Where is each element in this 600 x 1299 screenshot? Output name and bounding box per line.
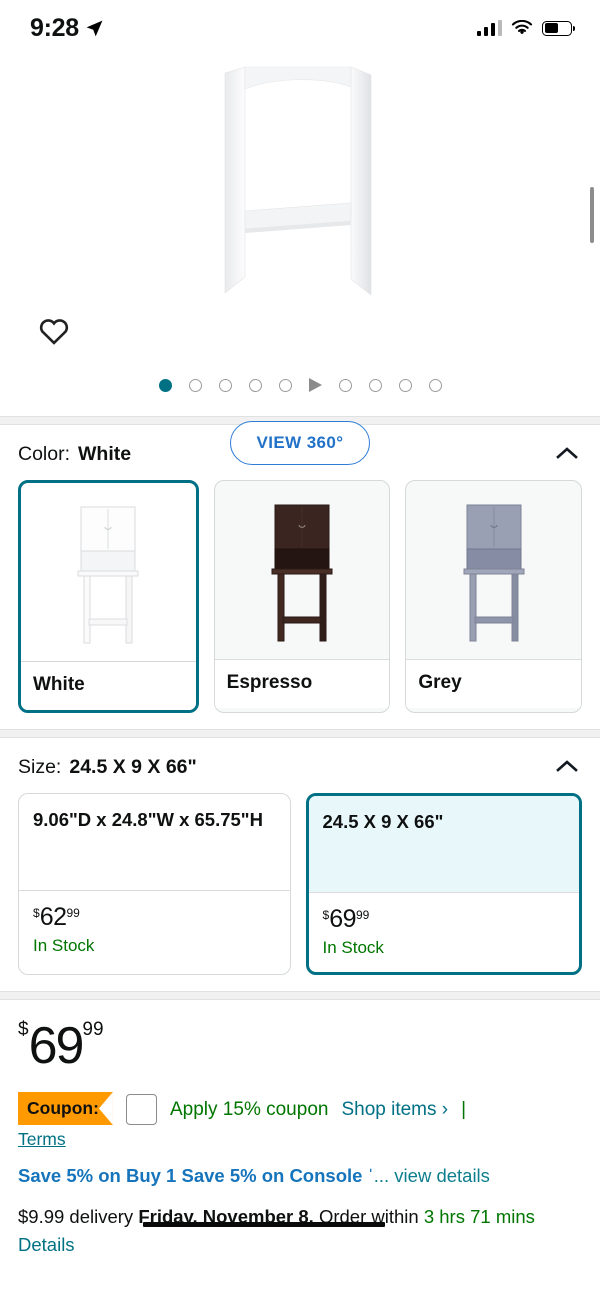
color-option-espresso[interactable]: Espresso: [213, 480, 391, 713]
cabinet-graphic-espresso: [271, 504, 333, 642]
size-option-2[interactable]: 24.5 X 9 X 66" $6999 In Stock: [305, 793, 582, 975]
size-options[interactable]: 9.06"D x 24.8"W x 65.75"H $6299 In Stock…: [18, 793, 582, 975]
product-image[interactable]: [0, 60, 600, 310]
size-label: Size:: [18, 756, 62, 778]
status-indicators: [476, 20, 575, 36]
size-section: Size: 24.5 X 9 X 66" 9.06"D x 24.8"W x 65…: [0, 738, 600, 991]
heart-outline-icon: [39, 318, 69, 345]
color-option-grey[interactable]: Grey: [405, 480, 583, 713]
product-gallery[interactable]: VIEW 360°: [0, 56, 600, 465]
delivery-countdown: 3 hrs: [423, 1205, 465, 1227]
cabinet-graphic-grey: [463, 504, 525, 642]
currency-symbol: $: [33, 906, 40, 920]
size-option-2-details: $6999 In Stock: [308, 892, 579, 972]
coupon-apply-label[interactable]: Apply 15% coupon: [170, 1099, 328, 1121]
gallery-dot-3[interactable]: [218, 378, 232, 392]
status-time: 9:28: [30, 13, 79, 42]
section-divider-3: [0, 991, 600, 1000]
size-section-title: Size: 24.5 X 9 X 66": [18, 756, 197, 779]
gallery-indicators[interactable]: [0, 378, 600, 392]
price-fraction: 99: [82, 1019, 104, 1040]
delivery-cost: $9.99 delivery: [18, 1205, 139, 1227]
delivery-row: $9.99 delivery Friday, November 8. Order…: [0, 1189, 600, 1259]
price-whole: 62: [39, 903, 67, 931]
size-option-1-title: 9.06"D x 24.8"W x 65.75"H: [33, 809, 263, 830]
gallery-play-video-icon[interactable]: [308, 378, 322, 392]
product-image-graphic: [224, 66, 372, 296]
coupon-separator: |: [461, 1098, 467, 1120]
promotion-headline[interactable]: Save 5% on Buy 1 Save 5% on Console ˈ: [18, 1165, 374, 1186]
wishlist-button[interactable]: [36, 312, 72, 348]
status-bar: 9:28: [0, 0, 600, 56]
section-divider-2: [0, 729, 600, 738]
size-option-2-price: $6999: [323, 905, 370, 934]
gallery-dot-5[interactable]: [278, 378, 292, 392]
color-swatch-image-white: [21, 483, 196, 661]
color-section: Color: White White Espresso Grey: [0, 425, 600, 729]
coupon-apply-group: Apply 15% coupon Shop items › |: [126, 1092, 466, 1125]
coupon-checkbox[interactable]: [126, 1094, 157, 1125]
shop-items-link[interactable]: Shop items ›: [341, 1099, 448, 1121]
size-option-1-stock: In Stock: [33, 936, 95, 955]
coupon-row: Coupon: Terms Apply 15% coupon Shop item…: [18, 1092, 582, 1150]
delivery-date-highlight-bar: [143, 1221, 385, 1227]
size-option-2-title: 24.5 X 9 X 66": [308, 796, 579, 892]
color-option-white[interactable]: White: [18, 480, 199, 713]
gallery-dot-9[interactable]: [398, 378, 412, 392]
gallery-dot-7[interactable]: [338, 378, 352, 392]
color-options[interactable]: White Espresso Grey: [18, 480, 583, 713]
promotion-view-details-link[interactable]: ... view details: [374, 1165, 490, 1186]
delivery-details-link[interactable]: Details: [18, 1234, 75, 1255]
location-arrow-icon: [86, 20, 103, 36]
view-360-button[interactable]: VIEW 360°: [229, 421, 371, 465]
size-option-1-price: $6299: [33, 903, 80, 932]
price-block: $6999 Coupon: Terms Apply 15% coupon Sho…: [0, 1000, 600, 1150]
gallery-dot-10[interactable]: [428, 378, 442, 392]
chevron-up-icon: [556, 760, 578, 772]
coupon-badge-column: Coupon: Terms: [18, 1092, 126, 1150]
price-whole: 69: [28, 1017, 85, 1075]
price-whole: 69: [329, 905, 356, 933]
gallery-dot-8[interactable]: [368, 378, 382, 392]
main-price: $6999: [18, 1020, 582, 1072]
wifi-icon: [511, 20, 533, 34]
status-time-group: 9:28: [30, 14, 104, 43]
price-fraction: 99: [356, 908, 370, 922]
size-option-2-stock: In Stock: [322, 938, 384, 957]
coupon-terms-link[interactable]: Terms: [18, 1129, 126, 1150]
size-option-1[interactable]: 9.06"D x 24.8"W x 65.75"H $6299 In Stock: [18, 793, 291, 975]
cabinet-graphic-white: [77, 506, 139, 644]
gallery-dot-4[interactable]: [248, 378, 262, 392]
cellular-signal-icon: [476, 20, 502, 36]
color-swatch-image-grey: [406, 481, 581, 659]
color-option-label-espresso: Espresso: [214, 659, 390, 708]
size-collapse-button[interactable]: [552, 756, 582, 776]
color-option-label-grey: Grey: [406, 659, 582, 708]
battery-icon: [542, 20, 575, 36]
size-selected-value: 24.5 X 9 X 66": [69, 756, 197, 778]
color-swatch-image-espresso: [215, 481, 390, 659]
size-option-1-details: $6299 In Stock: [19, 890, 290, 970]
page-scrollbar[interactable]: [590, 187, 594, 243]
gallery-dot-2[interactable]: [188, 378, 202, 392]
gallery-dot-1[interactable]: [158, 378, 172, 392]
size-section-header[interactable]: Size: 24.5 X 9 X 66": [18, 756, 582, 779]
coupon-badge: Coupon:: [18, 1092, 113, 1125]
price-fraction: 99: [66, 906, 80, 920]
delivery-countdown-more: 71 mins: [470, 1205, 535, 1227]
currency-symbol: $: [18, 1019, 29, 1040]
color-option-label-white: White: [21, 661, 196, 710]
promotion-row[interactable]: Save 5% on Buy 1 Save 5% on Console ˈ...…: [0, 1150, 600, 1189]
